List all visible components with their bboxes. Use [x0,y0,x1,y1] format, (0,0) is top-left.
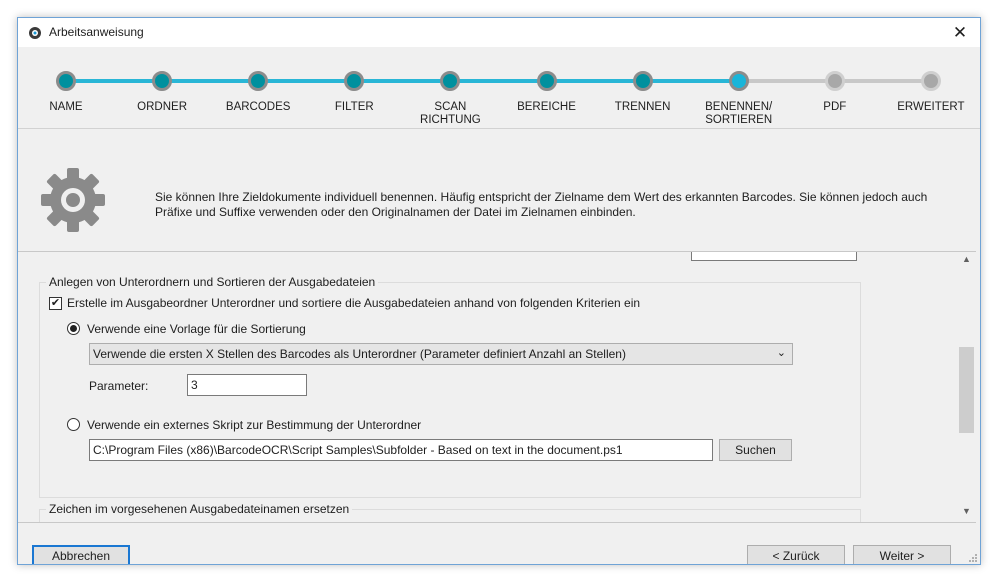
subfolder-group-legend: Anlegen von Unterordnern und Sortieren d… [46,275,379,289]
step-label[interactable]: ERWEITERT [886,101,976,114]
step-indicator[interactable] [824,71,845,91]
scroll-up-icon[interactable]: ▲ [958,254,975,268]
step-connector [354,79,451,83]
search-button[interactable]: Suchen [719,439,792,461]
info-text: Sie können Ihre Zieldokumente individuel… [155,190,928,219]
step-connector [258,79,355,83]
scroll-down-icon[interactable]: ▼ [958,506,975,520]
step-indicator[interactable] [632,71,653,91]
replace-chars-legend: Zeichen im vorgesehenen Ausgabedateiname… [46,502,353,516]
parameter-value: 3 [191,378,198,392]
cancel-button[interactable]: Abbrechen [32,545,130,564]
step-connector [546,79,643,83]
create-subfolders-label[interactable]: Erstelle im Ausgabeordner Unterordner un… [67,296,640,310]
script-radio[interactable] [67,418,80,431]
template-select-value: Verwende die ersten X Stellen des Barcod… [93,347,626,361]
step-label[interactable]: NAME [21,101,111,114]
back-button[interactable]: < Zurück [747,545,845,564]
window-title: Arbeitsanweisung [49,25,144,39]
app-gear-icon [29,27,41,39]
info-panel: Sie können Ihre Zieldokumente individuel… [18,130,980,252]
step-indicator[interactable] [344,71,365,91]
template-radio[interactable] [67,322,80,335]
step-indicator[interactable] [536,71,557,91]
steps-separator [18,128,980,129]
step-connector [66,79,163,83]
close-button[interactable]: ✕ [940,18,980,47]
step-label[interactable]: BARCODES [213,101,303,114]
step-label[interactable]: ORDNER [117,101,207,114]
scrollbar-thumb[interactable] [959,347,974,433]
step-connector [834,79,931,83]
parameter-label: Parameter: [89,379,149,393]
dialog-content: NAME ORDNER BARCODES FILTER SCAN RICHTUNG BER… [18,47,980,564]
step-indicator[interactable] [152,71,173,91]
options-panel: Anlegen von Unterordnern und Sortieren d… [18,252,958,522]
create-subfolders-checkbox[interactable]: ✔ [49,297,62,310]
gear-icon [41,168,105,232]
script-path-input[interactable]: C:\Program Files (x86)\BarcodeOCR\Script… [89,439,713,461]
step-connector [450,79,547,83]
step-indicator[interactable] [248,71,269,91]
step-label[interactable]: SCAN RICHTUNG [405,101,495,127]
options-scroll-area[interactable]: Anlegen von Unterordnern und Sortieren d… [18,251,976,523]
radio-selected-dot [70,325,77,332]
template-select[interactable]: Verwende die ersten X Stellen des Barcod… [89,343,793,365]
step-indicator[interactable] [440,71,461,91]
title-bar[interactable]: Arbeitsanweisung ✕ [18,18,980,47]
step-label[interactable]: FILTER [309,101,399,114]
template-radio-label[interactable]: Verwende eine Vorlage für die Sortierung [87,322,306,336]
step-connector [738,79,835,83]
replace-chars-group: Zeichen im vorgesehenen Ausgabedateiname… [39,502,861,522]
step-label[interactable]: BEREICHE [502,101,592,114]
subfolder-group: Anlegen von Unterordnern und Sortieren d… [39,275,861,498]
script-radio-label[interactable]: Verwende ein externes Skript zur Bestimm… [87,418,421,432]
partial-field[interactable] [691,252,857,261]
step-label[interactable]: TRENNEN [598,101,688,114]
parameter-input[interactable]: 3 [187,374,307,396]
step-connector [162,79,259,83]
vertical-scrollbar[interactable]: ▲ ▼ [958,252,975,522]
step-indicator[interactable] [56,71,76,91]
step-connector [642,79,739,83]
next-button[interactable]: Weiter > [853,545,951,564]
script-path-value: C:\Program Files (x86)\BarcodeOCR\Script… [93,443,623,457]
step-indicator[interactable] [728,71,749,91]
resize-grip-icon[interactable] [968,553,978,563]
step-label[interactable]: PDF [790,101,880,114]
step-label[interactable]: BENENNEN/ SORTIEREN [694,101,784,127]
chevron-down-icon: ⌄ [776,347,786,359]
dialog-window: Arbeitsanweisung ✕ NAME ORDNER BARCODES FIL… [17,17,981,565]
step-indicator[interactable] [920,71,941,91]
wizard-steps: NAME ORDNER BARCODES FILTER SCAN RICHTUNG BER… [18,47,980,128]
